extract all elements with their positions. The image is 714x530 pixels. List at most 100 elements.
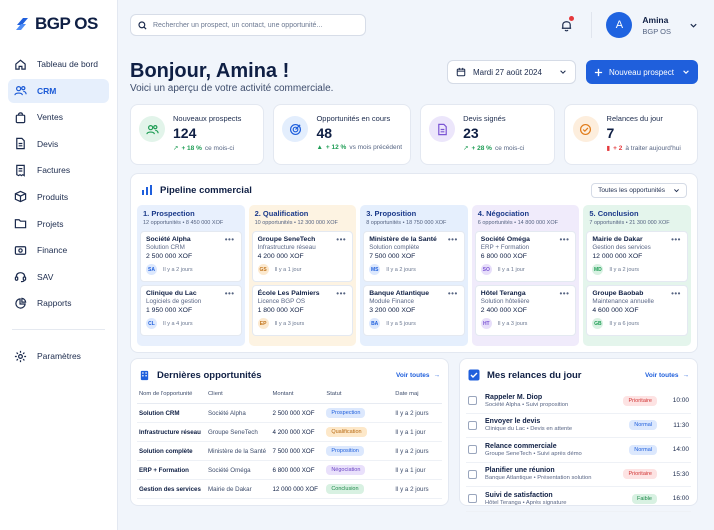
sidebar-item-parametres[interactable]: Paramètres <box>8 344 109 368</box>
see-all-label: Voir toutes <box>396 371 430 379</box>
sidebar-item-label: Paramètres <box>37 351 81 362</box>
more-options-icon[interactable]: ••• <box>448 289 458 298</box>
table-column-header[interactable]: Montant <box>270 389 325 404</box>
sidebar-item-finance[interactable]: Finance <box>8 238 109 262</box>
opportunities-see-all-link[interactable]: Voir toutes → <box>396 372 440 379</box>
sidebar-item-produits[interactable]: Produits <box>8 185 109 209</box>
relance-text: Relance commerciale Groupe SeneTech • Su… <box>485 443 582 457</box>
opportunity-status-cell: Négociation <box>324 460 394 480</box>
status-badge: Négociation <box>326 465 366 475</box>
relances-see-all-link[interactable]: Voir toutes → <box>645 372 689 379</box>
table-column-header[interactable]: Statut <box>324 389 394 404</box>
home-icon <box>15 59 26 70</box>
avatar[interactable]: A <box>606 12 633 38</box>
opportunity-card[interactable]: ••• Banque Atlantique Module Finance 3 2… <box>363 285 465 336</box>
relance-time: 14:00 <box>672 446 689 454</box>
sidebar-nav: Tableau de bord CRM Ventes Devis Facture… <box>8 52 109 368</box>
table-row[interactable]: Solution CRM Société Alpha 2 500 000 XOF… <box>137 403 442 423</box>
table-row[interactable]: ERP + Formation Société Oméga 6 800 000 … <box>137 460 442 480</box>
topbar: Rechercher un prospect, un contact, une … <box>130 10 698 40</box>
relance-item[interactable]: Suivi de satisfaction Hôtel Teranga • Ap… <box>466 487 691 512</box>
task-checkbox[interactable] <box>468 445 477 455</box>
card-amount: 1 950 000 XOF <box>146 307 193 314</box>
status-badge: Qualification <box>326 427 367 437</box>
table-column-header[interactable]: Date maj <box>393 389 442 404</box>
date-picker-button[interactable]: Mardi 27 août 2024 <box>447 60 576 84</box>
users-icon <box>14 86 27 96</box>
task-checkbox[interactable] <box>468 396 477 406</box>
opportunity-card[interactable]: ••• Ministère de la Santé Solution compl… <box>363 231 465 282</box>
kpi-card[interactable]: Nouveaux prospects 124 ↗ + 18 % ce mois-ci <box>130 104 265 165</box>
card-initials-badge: EP <box>257 318 269 329</box>
opportunity-card[interactable]: ••• Clinique du Lac Logiciels de gestion… <box>140 285 242 336</box>
brand-logo[interactable]: BGP OS <box>8 12 109 52</box>
sidebar-item-projets[interactable]: Projets <box>8 212 109 236</box>
opportunity-card[interactable]: ••• Mairie de Dakar Gestion des services… <box>586 231 688 282</box>
table-row[interactable]: Infrastructure réseau Groupe SeneTech 4 … <box>137 422 442 442</box>
task-checkbox[interactable] <box>468 420 477 430</box>
opportunity-date: Il y a 2 jours <box>393 441 442 461</box>
table-row[interactable]: Gestion des services Mairie de Dakar 12 … <box>137 479 442 499</box>
sidebar-divider <box>12 329 105 331</box>
sidebar-item-factures[interactable]: Factures <box>8 158 109 182</box>
notifications-button[interactable] <box>555 14 577 36</box>
opportunity-status-cell: Conclusion <box>324 479 394 499</box>
sidebar-item-devis[interactable]: Devis <box>8 132 109 156</box>
sidebar-item-label: Projets <box>37 218 64 229</box>
opportunity-card[interactable]: ••• École Les Palmiers Licence BGP OS 1 … <box>251 285 354 336</box>
topbar-right: A Amina BGP OS <box>555 12 698 38</box>
card-footer: MS Il y a 2 jours <box>369 264 459 275</box>
chevron-down-icon[interactable] <box>689 21 698 30</box>
more-options-icon[interactable]: ••• <box>448 235 458 244</box>
more-options-icon[interactable]: ••• <box>225 235 235 244</box>
card-footer: BA Il y a 5 jours <box>369 318 459 329</box>
relances-title: Mes relances du jour <box>487 369 582 381</box>
kpi-card[interactable]: Devis signés 23 ↗ + 28 % ce mois-ci <box>420 104 555 165</box>
pipeline-filter-select[interactable]: Toutes les opportunités <box>591 182 687 198</box>
kpi-card[interactable]: Relances du jour 7 ▮ + 2à traiter aujourd… <box>563 104 699 165</box>
more-options-icon[interactable]: ••• <box>559 289 569 298</box>
relance-item[interactable]: Rappeler M. Diop Société Alpha • Suivi p… <box>466 389 691 414</box>
task-checkbox[interactable] <box>468 494 477 504</box>
kpi-value: 48 <box>316 125 333 141</box>
new-prospect-button[interactable]: Nouveau prospect <box>586 60 698 84</box>
more-options-icon[interactable]: ••• <box>336 235 346 244</box>
sidebar-item-ventes[interactable]: Ventes <box>8 105 109 129</box>
opportunity-card[interactable]: ••• Société Oméga ERP + Formation 6 800 … <box>474 231 577 282</box>
opportunity-card[interactable]: ••• Groupe SeneTech Infrastructure résea… <box>251 231 354 282</box>
chevron-down-icon <box>674 188 679 192</box>
kpi-card[interactable]: Opportunités en cours 48 ▲ + 12 % vs mois … <box>273 104 412 165</box>
target-icon <box>282 116 309 142</box>
opportunity-card[interactable]: ••• Hôtel Teranga Solution hôtelière 2 4… <box>474 285 577 336</box>
user-info[interactable]: Amina BGP OS <box>642 15 671 36</box>
table-column-header[interactable]: Nom de l'opportunité <box>137 389 206 404</box>
table-row[interactable]: Solution complète Ministère de la Santé … <box>137 441 442 461</box>
task-checkbox[interactable] <box>468 469 477 479</box>
more-options-icon[interactable]: ••• <box>671 289 681 298</box>
relance-item[interactable]: Planifier une réunion Banque Atlantique … <box>466 463 691 487</box>
sidebar-item-dashboard[interactable]: Tableau de bord <box>8 52 109 76</box>
table-column-header[interactable]: Client <box>205 389 271 404</box>
opportunity-amount: 2 500 000 XOF <box>270 403 325 423</box>
kpi-title: Relances du jour <box>606 114 663 123</box>
more-options-icon[interactable]: ••• <box>225 289 235 298</box>
sidebar-item-label: Rapports <box>37 298 72 309</box>
relance-item[interactable]: Envoyer le devis Clinique du Lac • Devis… <box>466 414 691 438</box>
opportunity-card[interactable]: ••• Société Alpha Solution CRM 2 500 000… <box>140 231 242 282</box>
card-amount: 3 200 000 XOF <box>369 307 416 314</box>
search-input[interactable]: Rechercher un prospect, un contact, une … <box>130 14 366 36</box>
sidebar-item-sav[interactable]: SAV <box>8 265 109 289</box>
relance-title: Envoyer le devis <box>485 418 541 426</box>
relance-item[interactable]: Relance commerciale Groupe SeneTech • Su… <box>466 438 691 463</box>
pipeline-column: 4. Négociation 6 opportunités • 14 800 0… <box>471 205 580 346</box>
more-options-icon[interactable]: ••• <box>336 289 346 298</box>
opportunity-client: Ministère de la Santé <box>205 441 271 461</box>
more-options-icon[interactable]: ••• <box>559 235 569 244</box>
opportunity-amount: 6 800 000 XOF <box>270 460 325 480</box>
chevron-down-icon[interactable] <box>682 68 690 76</box>
more-options-icon[interactable]: ••• <box>671 235 681 244</box>
opportunity-card[interactable]: ••• Groupe Baobab Maintenance annuelle 4… <box>586 285 688 336</box>
card-time: Il y a 6 jours <box>609 320 640 327</box>
sidebar-item-rapports[interactable]: Rapports <box>8 291 109 315</box>
sidebar-item-crm[interactable]: CRM <box>8 78 109 103</box>
